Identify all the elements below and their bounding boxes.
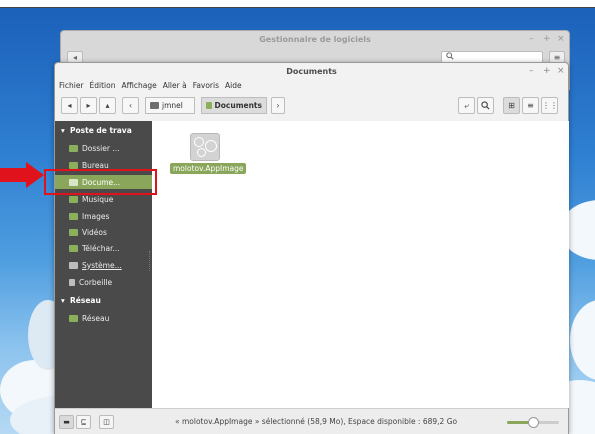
sidebar-resize-handle[interactable] xyxy=(149,251,151,271)
terminal-icon: ⤶ xyxy=(464,101,469,110)
sidebar-places-header[interactable]: ▾ Poste de trava xyxy=(61,126,132,135)
list-view-icon: ≡ xyxy=(527,101,534,110)
sidebar-item-label: Système... xyxy=(82,260,122,270)
trash-icon xyxy=(69,278,75,286)
status-text: « molotov.AppImage » sélectionné (58,9 M… xyxy=(175,417,458,426)
arrow-left-icon: ◂ xyxy=(67,101,72,110)
minimize-button[interactable]: – xyxy=(529,66,534,76)
maximize-button[interactable]: + xyxy=(543,66,551,76)
breadcrumb-documents-label: Documents xyxy=(214,101,262,110)
file-name-label[interactable]: molotov.AppImage xyxy=(170,163,247,174)
hamburger-icon: ≡ xyxy=(553,53,561,62)
icon-view-button[interactable]: ⊞ xyxy=(503,97,520,114)
menu-aide[interactable]: Aide xyxy=(225,81,242,93)
documents-folder-icon xyxy=(206,102,212,109)
chevron-right-icon: › xyxy=(276,101,280,110)
menu-affichage[interactable]: Affichage xyxy=(121,81,156,93)
forward-button[interactable]: ▸ xyxy=(80,97,97,114)
compact-view-button[interactable]: ⋮⋮ xyxy=(541,97,558,114)
sidebar-item-label: Réseau xyxy=(82,313,110,323)
close-button[interactable]: × xyxy=(557,66,565,76)
open-terminal-button[interactable]: ⤶ xyxy=(458,97,475,114)
sidebar-item-trash[interactable]: Corbeille xyxy=(69,275,149,289)
search-icon xyxy=(446,52,454,60)
videos-folder-icon xyxy=(69,228,78,236)
search-button[interactable] xyxy=(477,97,494,114)
sidebar-item-network[interactable]: Réseau xyxy=(69,311,149,325)
tree-icon: ⊑ xyxy=(80,418,87,426)
sidebar: ▾ Poste de trava Dossier ... Bureau Docu… xyxy=(55,121,152,408)
background-window-title: Gestionnaire de logiciels xyxy=(259,35,371,44)
menu-fichier[interactable]: Fichier xyxy=(59,81,84,93)
top-border xyxy=(0,0,595,8)
highlight-box xyxy=(44,169,157,195)
toggle-location-button[interactable]: ‹ xyxy=(122,97,139,114)
arrow-up-icon: ▴ xyxy=(105,101,110,110)
breadcrumb-home-label: jmnel xyxy=(162,101,183,110)
search-icon xyxy=(481,101,490,110)
compact-view-icon: ⋮⋮ xyxy=(542,101,558,110)
sidebar-item-label: Vidéos xyxy=(82,227,107,237)
menu-bar: Fichier Édition Affichage Aller à Favori… xyxy=(59,81,242,93)
sidebar-item-label: Corbeille xyxy=(79,277,113,287)
hide-sidebar-button[interactable]: ◫ xyxy=(99,415,114,429)
sidebar-item-home[interactable]: Dossier ... xyxy=(69,141,149,155)
breadcrumb-home[interactable]: jmnel xyxy=(145,97,195,114)
list-view-button[interactable]: ≡ xyxy=(522,97,539,114)
home-folder-icon xyxy=(150,102,159,109)
music-folder-icon xyxy=(69,195,78,203)
network-icon xyxy=(69,314,78,322)
sidebar-item-pictures[interactable]: Images xyxy=(69,209,149,223)
zoom-slider[interactable] xyxy=(507,417,559,428)
zoom-slider-knob[interactable] xyxy=(528,417,539,428)
up-button[interactable]: ▴ xyxy=(99,97,116,114)
background-maximize-button[interactable]: + xyxy=(543,34,551,44)
red-arrow-icon xyxy=(0,162,44,188)
sidebar-item-label: Images xyxy=(82,211,110,221)
sidebar-network-header[interactable]: ▾ Réseau xyxy=(61,296,101,305)
desktop-folder-icon xyxy=(69,161,78,169)
file-manager-window: Documents – + × Fichier Édition Affichag… xyxy=(54,62,569,434)
chevron-left-icon: ‹ xyxy=(128,101,133,110)
drive-icon xyxy=(69,261,78,269)
menu-aller-a[interactable]: Aller à xyxy=(163,81,187,93)
downloads-folder-icon xyxy=(69,244,78,252)
sidebar-item-downloads[interactable]: Téléchar... xyxy=(69,241,149,255)
background-minimize-button[interactable]: – xyxy=(529,34,534,44)
menu-favoris[interactable]: Favoris xyxy=(193,81,219,93)
sidebar-toggle-icon: ◫ xyxy=(103,418,110,426)
sidebar-item-label: Musique xyxy=(82,194,114,204)
toolbar: ◂ ▸ ▴ ‹ jmnel Documents › ⤶ ⊞ ≡ ⋮⋮ xyxy=(55,95,568,119)
menu-edition[interactable]: Édition xyxy=(90,81,116,93)
appimage-file-icon[interactable] xyxy=(190,133,220,161)
sidebar-network-label: Réseau xyxy=(70,296,101,305)
sidebar-item-label: Téléchar... xyxy=(82,243,120,253)
show-tree-button[interactable]: ⊑ xyxy=(76,415,91,429)
pictures-folder-icon xyxy=(69,212,78,220)
sidebar-places-label: Poste de trava xyxy=(70,126,132,135)
places-icon: ▬ xyxy=(63,418,70,426)
sidebar-item-filesystem[interactable]: Système... xyxy=(69,258,149,272)
arrow-right-icon: ▸ xyxy=(86,101,91,110)
breadcrumb-documents[interactable]: Documents xyxy=(201,97,267,114)
title-bar[interactable]: Documents – + × xyxy=(55,63,568,81)
background-close-button[interactable]: × xyxy=(557,34,565,44)
grid-view-icon: ⊞ xyxy=(508,101,515,110)
sidebar-item-videos[interactable]: Vidéos xyxy=(69,225,149,239)
folder-icon xyxy=(69,144,78,152)
show-places-button[interactable]: ▬ xyxy=(59,415,74,429)
sidebar-item-label: Dossier ... xyxy=(82,143,120,153)
window-title: Documents xyxy=(286,67,337,76)
status-bar: ▬ ⊑ ◫ « molotov.AppImage » sélectionné (… xyxy=(55,408,568,434)
file-view[interactable]: molotov.AppImage xyxy=(152,121,569,408)
back-button[interactable]: ◂ xyxy=(61,97,78,114)
breadcrumb-next-button[interactable]: › xyxy=(271,97,285,114)
